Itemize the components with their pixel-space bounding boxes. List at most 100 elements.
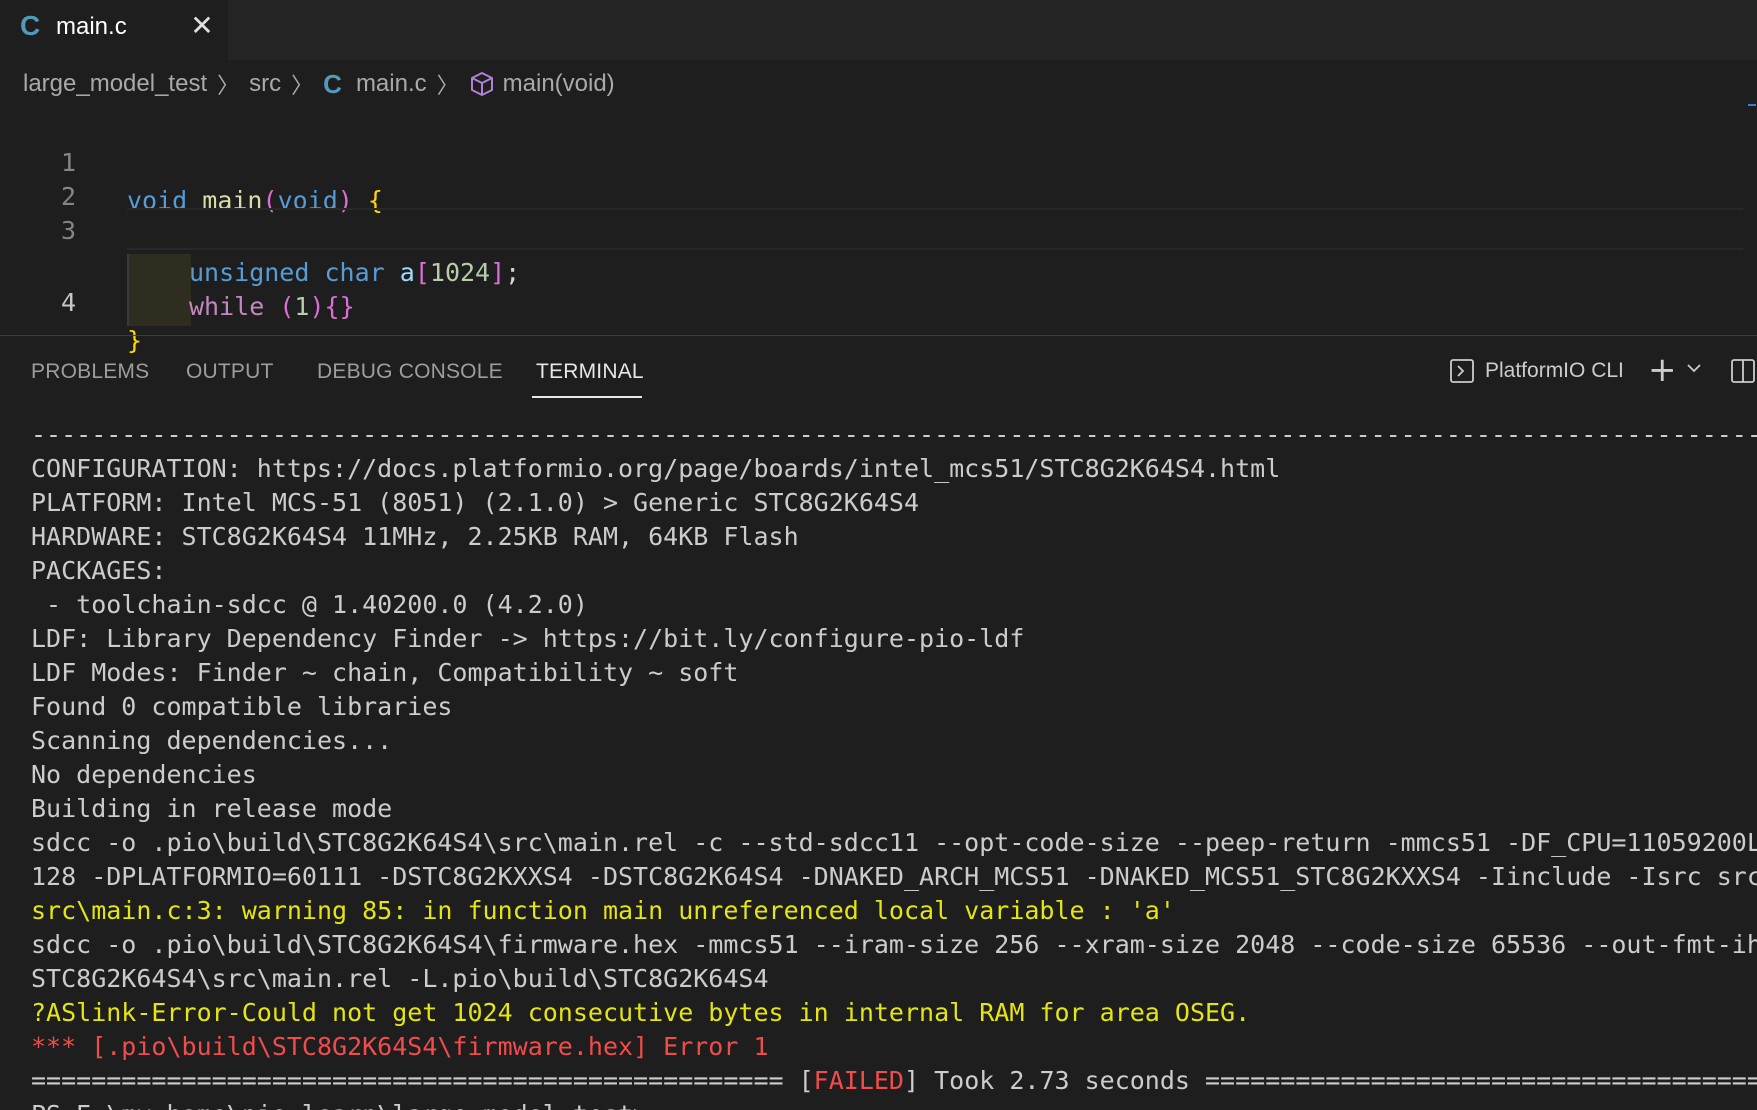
code-editor[interactable]: 1 void main(void) { 2 unsigned char a[10… [0,106,1757,355]
line-number: 4 [60,288,76,317]
code-token: { [324,292,340,321]
terminal-text: CONFIGURATION: https://docs.platformio.o… [31,454,1281,483]
breadcrumb: large_model_test 〉 src 〉 C main.c 〉 main… [23,66,615,102]
c-file-icon: C [20,10,41,41]
split-terminal-icon[interactable] [1730,358,1756,388]
terminal-text: sdcc -o .pio\build\STC8G2K64S4\src\main.… [31,828,1757,857]
terminal-text: STC8G2K64S4\src\main.rel -L.pio\build\ST… [31,964,769,993]
terminal-line: src\main.c:3: warning 85: in function ma… [31,894,1757,928]
terminal-text: ========================================… [31,1066,814,1095]
terminal-text: No dependencies [31,760,257,789]
terminal-text: HARDWARE: STC8G2K64S4 11MHz, 2.25KB RAM,… [31,522,799,551]
code-token: char [324,258,385,287]
current-line-highlight [127,208,1743,250]
breadcrumb-folder[interactable]: large_model_test [23,70,207,98]
tab-output[interactable]: OUTPUT [186,360,274,384]
terminal-line: 128 -DPLATFORMIO=60111 -DSTC8G2KXXS4 -DS… [31,860,1757,894]
terminal-line: LDF Modes: Finder ~ chain, Compatibility… [31,656,1757,690]
chevron-right-icon: 〉 [217,73,240,98]
terminal-text: PLATFORM: Intel MCS-51 (8051) (2.1.0) > … [31,488,920,517]
c-file-icon: C [323,68,342,99]
terminal-line: PACKAGES: [31,554,1757,588]
tab-debug-console[interactable]: DEBUG CONSOLE [317,360,503,384]
code-token: [ [414,258,430,287]
terminal-line: LDF: Library Dependency Finder -> https:… [31,622,1757,656]
terminal-line: ----------------------------------------… [31,418,1757,452]
code-token: ; [505,258,521,287]
indent-guide [127,288,191,326]
breadcrumb-symbol[interactable]: main(void) [503,70,615,98]
terminal-text: LDF: Library Dependency Finder -> https:… [31,624,1025,653]
terminal-icon [1449,358,1475,384]
code-text: while (1){} [189,288,355,326]
code-line: 3 while (1){} [0,174,1757,326]
breadcrumb-src[interactable]: src [249,70,281,98]
code-token: } [339,292,355,321]
terminal-text: ] Took 2.73 seconds ====================… [903,1066,1757,1095]
terminal-line: sdcc -o .pio\build\STC8G2K64S4\src\main.… [31,826,1757,860]
code-token: unsigned [189,258,310,287]
code-token: 1024 [429,258,491,287]
terminal-line: - toolchain-sdcc @ 1.40200.0 (4.2.0) [31,588,1757,622]
chevron-right-icon: 〉 [436,73,459,98]
terminal-line: Building in release mode [31,792,1757,826]
active-tab-indicator [532,396,642,398]
code-token: ) [309,292,325,321]
breadcrumb-file[interactable]: main.c [356,70,427,98]
terminal-line: *** [.pio\build\STC8G2K64S4\firmware.hex… [31,1030,1757,1064]
editor-tab-bar: C main.c ✕ [0,0,1757,60]
terminal-text: 128 -DPLATFORMIO=60111 -DSTC8G2KXXS4 -DS… [31,862,1757,891]
code-token: 1 [294,292,310,321]
terminal-text: FAILED [813,1066,904,1095]
code-token: a [399,258,415,287]
terminal-text: PS E:\my_home\pio_learn\large_model_test… [31,1100,663,1110]
terminal-line: ========================================… [31,1064,1757,1098]
code-line: 1 void main(void) { [0,106,1757,215]
terminal-line: PLATFORM: Intel MCS-51 (8051) (2.1.0) > … [31,486,1757,520]
terminal-text: src\main.c:3: warning 85: in function ma… [31,896,1175,925]
symbol-method-icon [469,71,495,97]
close-icon[interactable]: ✕ [186,8,218,44]
indent-guide [127,254,191,292]
overview-ruler-mark [1748,104,1756,106]
code-token: ] [490,258,506,287]
terminal-text: *** [.pio\build\STC8G2K64S4\firmware.hex… [31,1032,769,1061]
terminal-line: CONFIGURATION: https://docs.platformio.o… [31,452,1757,486]
code-line-current: 4 } [0,208,1757,355]
terminal-line: HARDWARE: STC8G2K64S4 11MHz, 2.25KB RAM,… [31,520,1757,554]
tab-label: main.c [56,13,127,40]
terminal-line: No dependencies [31,758,1757,792]
chevron-down-icon[interactable] [1686,360,1702,379]
panel-tab-bar: PROBLEMS OUTPUT DEBUG CONSOLE TERMINAL P… [0,336,1757,406]
code-text: unsigned char a[1024]; [189,254,520,292]
code-token: while [189,292,265,321]
code-line: 2 unsigned char a[1024]; [0,140,1757,292]
terminal-text: Building in release mode [31,794,393,823]
terminal-text: PACKAGES: [31,556,167,585]
terminal-line: sdcc -o .pio\build\STC8G2K64S4\firmware.… [31,928,1757,962]
terminal-output[interactable]: ----------------------------------------… [31,418,1757,1110]
tab-main-c[interactable]: C main.c ✕ [0,0,228,60]
terminal-text: Scanning dependencies... [31,726,393,755]
terminal-line: PS E:\my_home\pio_learn\large_model_test… [31,1098,1757,1110]
terminal-name: PlatformIO CLI [1485,359,1624,382]
terminal-text: ----------------------------------------… [31,420,1757,449]
terminal-text: Found 0 compatible libraries [31,692,453,721]
chevron-right-icon: 〉 [291,73,314,98]
terminal-text: - toolchain-sdcc @ 1.40200.0 (4.2.0) [31,590,588,619]
code-token: ( [279,292,295,321]
terminal-text: sdcc -o .pio\build\STC8G2K64S4\firmware.… [31,930,1757,959]
tab-problems[interactable]: PROBLEMS [31,360,149,384]
new-terminal-icon[interactable]: + [1648,350,1677,390]
terminal-text: ?ASlink-Error-Could not get 1024 consecu… [31,998,1251,1027]
terminal-line: Scanning dependencies... [31,724,1757,758]
terminal-line: Found 0 compatible libraries [31,690,1757,724]
terminal-text: LDF Modes: Finder ~ chain, Compatibility… [31,658,739,687]
terminal-selector[interactable]: PlatformIO CLI [1449,358,1624,384]
terminal-line: ?ASlink-Error-Could not get 1024 consecu… [31,996,1757,1030]
tab-terminal[interactable]: TERMINAL [536,360,644,384]
terminal-line: STC8G2K64S4\src\main.rel -L.pio\build\ST… [31,962,1757,996]
